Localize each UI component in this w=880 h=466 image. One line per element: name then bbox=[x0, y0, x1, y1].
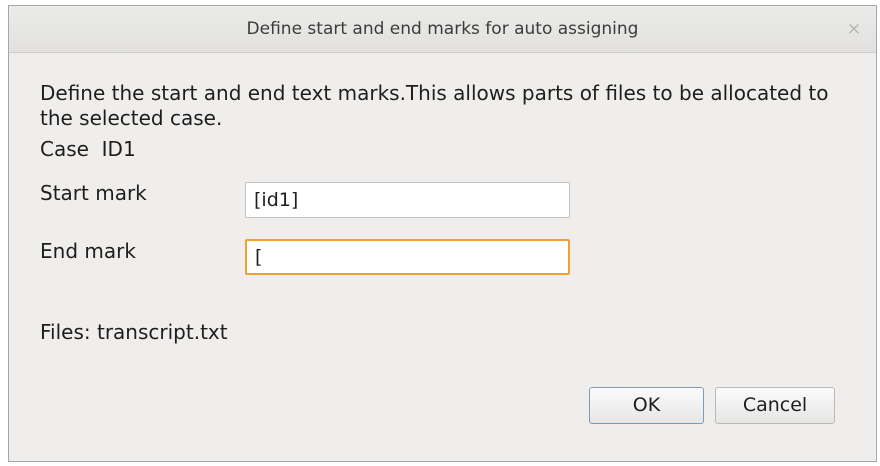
end-mark-label: End mark bbox=[40, 239, 136, 263]
close-icon[interactable]: × bbox=[844, 19, 864, 39]
start-mark-label: Start mark bbox=[40, 181, 147, 205]
auto-assign-marks-dialog: Define start and end marks for auto assi… bbox=[8, 5, 877, 462]
start-mark-input[interactable] bbox=[245, 182, 570, 218]
case-label: Case ID1 bbox=[40, 137, 136, 161]
description-text: Define the start and end text marks.This… bbox=[40, 81, 829, 130]
dialog-titlebar[interactable]: Define start and end marks for auto assi… bbox=[9, 6, 876, 53]
cancel-button[interactable]: Cancel bbox=[715, 387, 835, 424]
files-text: Files: transcript.txt bbox=[40, 320, 228, 344]
dialog-title: Define start and end marks for auto assi… bbox=[246, 19, 639, 39]
ok-button[interactable]: OK bbox=[589, 387, 704, 424]
end-mark-input[interactable] bbox=[245, 239, 570, 275]
